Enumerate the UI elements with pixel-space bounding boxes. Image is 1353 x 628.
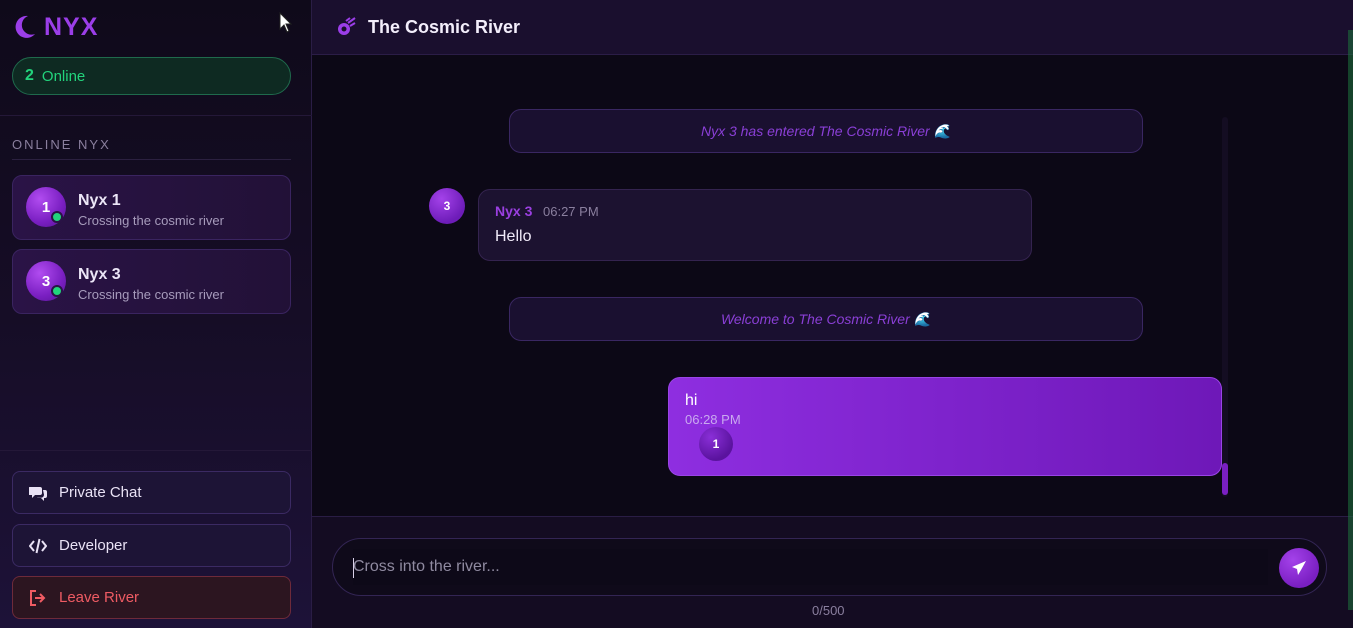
room-header: The Cosmic River [312, 0, 1353, 55]
window-edge [1348, 30, 1353, 610]
read-receipt-avatar: 1 [699, 427, 733, 461]
outgoing-message: hi 06:28 PM 1 [668, 377, 1222, 476]
mouse-cursor-icon [279, 12, 293, 33]
online-count-badge: 2 Online [12, 57, 291, 95]
code-icon [29, 538, 47, 553]
developer-button[interactable]: Developer [12, 524, 291, 567]
character-count: 0/500 [812, 603, 845, 618]
user-name: Nyx 3 [78, 266, 121, 283]
online-label: Online [41, 67, 86, 85]
chat-bubbles-icon [29, 486, 47, 501]
brand-name: NYX [44, 12, 99, 41]
text-caret [353, 558, 354, 578]
incoming-message: Nyx 3 06:27 PM Hello [478, 189, 1032, 261]
message-text: hi [685, 392, 698, 409]
system-message: Welcome to The Cosmic River 🌊 [509, 297, 1143, 341]
meteor-icon [338, 17, 356, 35]
brand: NYX [12, 12, 98, 42]
section-title: ONLINE NYX [12, 137, 111, 152]
sidebar-divider [0, 115, 312, 116]
sign-out-icon [30, 589, 46, 606]
sidebar-divider [0, 450, 312, 451]
paper-plane-icon [1292, 561, 1306, 575]
private-chat-button[interactable]: Private Chat [12, 471, 291, 514]
section-underline [12, 159, 291, 160]
room-title: The Cosmic River [368, 16, 521, 37]
leave-river-button[interactable]: Leave River [12, 576, 291, 619]
message-time: 06:27 PM [543, 204, 599, 219]
private-chat-label: Private Chat [59, 484, 142, 501]
online-status-dot [51, 211, 63, 223]
input-wrapper [332, 538, 1327, 596]
online-status-dot [51, 285, 63, 297]
message-composer: 0/500 [312, 516, 1353, 628]
user-status: Crossing the cosmic river [78, 287, 224, 302]
message-time: 06:28 PM [685, 412, 741, 427]
message-input[interactable] [353, 549, 1268, 585]
message-text: Hello [495, 228, 532, 245]
send-button[interactable] [1279, 548, 1319, 588]
scrollbar-thumb[interactable] [1222, 463, 1228, 495]
user-status: Crossing the cosmic river [78, 213, 224, 228]
user-card-nyx-1[interactable]: 1 Nyx 1 Crossing the cosmic river [12, 175, 291, 240]
system-message: Nyx 3 has entered The Cosmic River 🌊 [509, 109, 1143, 153]
message-avatar: 3 [429, 188, 465, 224]
leave-river-label: Leave River [59, 589, 140, 606]
user-card-nyx-3[interactable]: 3 Nyx 3 Crossing the cosmic river [12, 249, 291, 314]
user-name: Nyx 1 [78, 192, 121, 209]
sidebar: NYX 2 Online ONLINE NYX 1 Nyx 1 Crossing… [0, 0, 312, 628]
scrollbar[interactable] [1222, 117, 1228, 497]
crescent-moon-icon [15, 15, 35, 38]
online-count: 2 [25, 67, 34, 84]
message-sender: Nyx 3 [495, 203, 533, 219]
developer-label: Developer [59, 537, 128, 554]
chat-messages[interactable]: Nyx 3 has entered The Cosmic River 🌊 3 N… [312, 55, 1353, 516]
